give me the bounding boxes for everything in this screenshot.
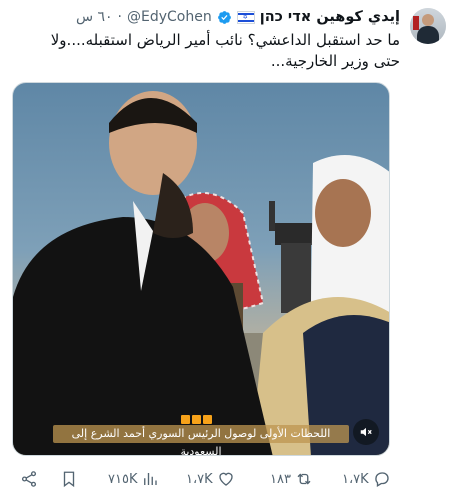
share-button[interactable] bbox=[20, 470, 38, 488]
reply-button[interactable]: ١،٧K bbox=[342, 470, 391, 488]
avatar[interactable] bbox=[410, 8, 446, 44]
speaker-muted-icon bbox=[360, 427, 372, 437]
share-icon bbox=[21, 471, 37, 487]
like-count: ١،٧K bbox=[186, 471, 213, 487]
israel-flag-icon: ✡ bbox=[236, 10, 255, 24]
bookmark-button[interactable] bbox=[60, 470, 78, 488]
retweet-icon bbox=[297, 473, 311, 485]
tweet[interactable]: إيدي كوهين אדי כהן ✡ @EdyCohen · ٦٠ س ما… bbox=[0, 0, 458, 500]
heart-icon bbox=[219, 472, 233, 486]
video-frame bbox=[13, 91, 389, 455]
logo-dots bbox=[181, 415, 212, 424]
tweet-header: إيدي كوهين אדי כהן ✡ @EdyCohen · ٦٠ س bbox=[76, 8, 400, 26]
views-count: ٧١٥K bbox=[108, 471, 138, 487]
tweet-text: ما حد استقبل الداعشي؟ نائب أمير الرياض ا… bbox=[10, 30, 400, 72]
verified-badge-icon[interactable] bbox=[217, 10, 232, 25]
reply-icon bbox=[374, 472, 389, 487]
views-button[interactable]: ٧١٥K bbox=[108, 470, 159, 488]
video-caption: اللحظات الأولى لوصول الرئيس السوري أحمد … bbox=[53, 425, 349, 455]
video-player[interactable]: اللحظات الأولى لوصول الرئيس السوري أحمد … bbox=[12, 82, 390, 456]
separator-dot: · bbox=[117, 9, 122, 25]
mute-button[interactable] bbox=[353, 419, 379, 445]
author-handle[interactable]: @EdyCohen bbox=[127, 9, 212, 25]
like-button[interactable]: ١،٧K bbox=[186, 470, 235, 488]
action-bar: ٧١٥K ١،٧K ١٨٣ ١،٧K bbox=[0, 466, 458, 492]
retweet-button[interactable]: ١٨٣ bbox=[270, 470, 313, 488]
tweet-text-line-2: حتى وزير الخارجية... bbox=[270, 52, 400, 70]
author-name[interactable]: إيدي كوهين אדי כהן bbox=[260, 9, 400, 25]
views-chart-icon bbox=[144, 473, 158, 485]
reply-count: ١،٧K bbox=[342, 471, 369, 487]
bookmark-icon bbox=[63, 471, 75, 488]
retweet-count: ١٨٣ bbox=[270, 471, 291, 487]
timestamp[interactable]: ٦٠ س bbox=[76, 9, 113, 25]
tweet-text-line-1: ما حد استقبل الداعشي؟ نائب أمير الرياض ا… bbox=[50, 31, 400, 49]
